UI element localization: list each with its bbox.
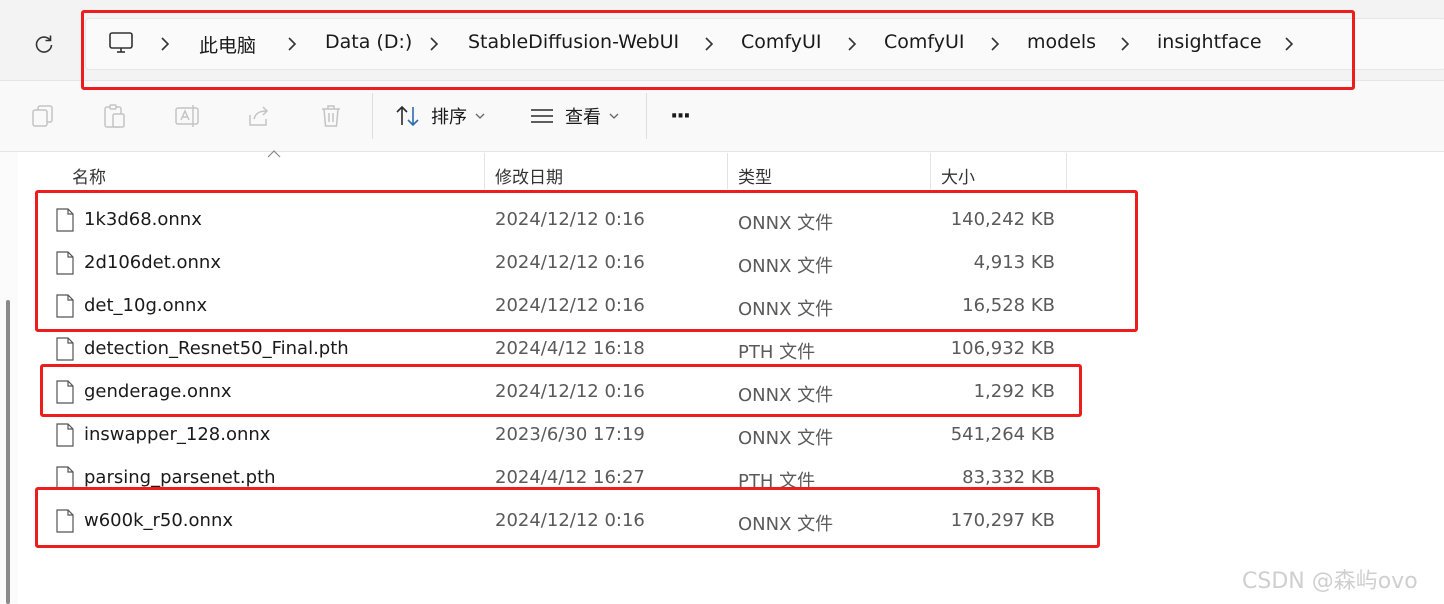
file-size: 83,332 KB — [962, 467, 1055, 488]
file-date: 2023/6/30 17:19 — [495, 424, 645, 445]
file-row[interactable]: 2d106det.onnx 2024/12/12 0:16 ONNX 文件 4,… — [40, 243, 1070, 285]
column-divider[interactable] — [1066, 153, 1067, 189]
file-row[interactable]: parsing_parsenet.pth 2024/4/12 16:27 PTH… — [40, 458, 1070, 500]
file-icon — [56, 466, 74, 490]
chevron-right-icon[interactable] — [989, 36, 1001, 52]
file-size: 4,913 KB — [973, 252, 1055, 273]
file-date: 2024/12/12 0:16 — [495, 381, 645, 402]
sort-ascending-icon — [267, 150, 281, 158]
view-label: 查看 — [565, 107, 601, 128]
file-row[interactable]: w600k_r50.onnx 2024/12/12 0:16 ONNX 文件 1… — [40, 501, 1070, 543]
breadcrumb-comfyui[interactable]: ComfyUI — [741, 31, 822, 53]
breadcrumb-drive-d[interactable]: Data (D:) — [325, 31, 412, 53]
file-icon — [56, 380, 74, 404]
rename-icon[interactable] — [174, 103, 200, 129]
file-icon — [56, 208, 74, 232]
file-date: 2024/4/12 16:27 — [495, 467, 645, 488]
file-type: PTH 文件 — [738, 471, 816, 492]
file-row[interactable]: det_10g.onnx 2024/12/12 0:16 ONNX 文件 16,… — [40, 286, 1070, 328]
view-list-icon — [531, 109, 553, 123]
view-button[interactable]: 查看 — [529, 101, 629, 131]
share-icon[interactable] — [246, 103, 272, 129]
file-icon — [56, 251, 74, 275]
breadcrumb-this-pc[interactable]: 此电脑 — [199, 31, 256, 58]
file-date: 2024/12/12 0:16 — [495, 295, 645, 316]
file-icon — [56, 294, 74, 318]
file-icon — [56, 423, 74, 447]
file-name: det_10g.onnx — [84, 295, 208, 316]
sort-button[interactable]: 排序 — [395, 101, 495, 131]
file-size: 1,292 KB — [973, 381, 1055, 402]
file-name: parsing_parsenet.pth — [84, 467, 276, 488]
file-date: 2024/4/12 16:18 — [495, 338, 645, 359]
toolbar-divider — [372, 93, 373, 139]
file-icon — [56, 509, 74, 533]
chevron-right-icon[interactable] — [1283, 36, 1295, 52]
delete-icon[interactable] — [318, 103, 344, 129]
toolbar-divider — [646, 93, 647, 139]
file-size: 140,242 KB — [950, 209, 1055, 230]
file-type: ONNX 文件 — [738, 428, 834, 449]
column-header-date[interactable]: 修改日期 — [495, 163, 563, 188]
file-type: ONNX 文件 — [738, 385, 834, 406]
file-icon — [56, 337, 74, 361]
chevron-down-icon — [475, 113, 485, 119]
sort-icon — [396, 105, 419, 127]
file-size: 16,528 KB — [962, 295, 1055, 316]
file-type: PTH 文件 — [738, 342, 816, 363]
column-divider[interactable] — [930, 153, 931, 189]
more-options-button[interactable]: ··· — [670, 101, 691, 131]
copy-icon[interactable] — [30, 103, 56, 129]
file-type: ONNX 文件 — [738, 213, 834, 234]
column-header-name[interactable]: 名称 — [72, 163, 106, 188]
file-date: 2024/12/12 0:16 — [495, 510, 645, 531]
file-type: ONNX 文件 — [738, 299, 834, 320]
chevron-right-icon[interactable] — [159, 36, 171, 52]
chevron-right-icon[interactable] — [703, 36, 715, 52]
file-name: detection_Resnet50_Final.pth — [84, 338, 349, 359]
command-bar: 排序 查看 ··· — [0, 81, 1444, 152]
file-date: 2024/12/12 0:16 — [495, 252, 645, 273]
file-size: 106,932 KB — [950, 338, 1055, 359]
chevron-right-icon[interactable] — [846, 36, 858, 52]
file-row[interactable]: inswapper_128.onnx 2023/6/30 17:19 ONNX … — [40, 415, 1070, 457]
chevron-down-icon — [609, 113, 619, 119]
file-size: 541,264 KB — [950, 424, 1055, 445]
file-type: ONNX 文件 — [738, 514, 834, 535]
refresh-icon — [35, 35, 53, 53]
refresh-button[interactable] — [31, 31, 57, 57]
scrollbar-thumb[interactable] — [6, 300, 10, 604]
column-divider[interactable] — [484, 153, 485, 189]
column-header-size[interactable]: 大小 — [941, 163, 975, 188]
address-bar-area: 此电脑 Data (D:) StableDiffusion-WebUI Comf… — [0, 0, 1444, 81]
watermark-text: CSDN @森屿ovo — [1242, 569, 1418, 594]
breadcrumb-models[interactable]: models — [1027, 31, 1096, 53]
chevron-right-icon[interactable] — [1119, 36, 1131, 52]
sort-label: 排序 — [431, 107, 467, 128]
computer-icon[interactable] — [107, 29, 135, 57]
file-type: ONNX 文件 — [738, 256, 834, 277]
file-row[interactable]: genderage.onnx 2024/12/12 0:16 ONNX 文件 1… — [40, 372, 1070, 414]
file-name: 1k3d68.onnx — [84, 209, 202, 230]
breadcrumb-stablediffusion-webui[interactable]: StableDiffusion-WebUI — [468, 31, 679, 53]
breadcrumb-comfyui-inner[interactable]: ComfyUI — [884, 31, 965, 53]
column-divider[interactable] — [727, 153, 728, 189]
file-row[interactable]: 1k3d68.onnx 2024/12/12 0:16 ONNX 文件 140,… — [40, 200, 1070, 242]
file-row[interactable]: detection_Resnet50_Final.pth 2024/4/12 1… — [40, 329, 1070, 371]
chevron-right-icon[interactable] — [286, 36, 298, 52]
file-name: inswapper_128.onnx — [84, 424, 271, 445]
file-size: 170,297 KB — [950, 510, 1055, 531]
column-header-type[interactable]: 类型 — [738, 163, 772, 188]
file-date: 2024/12/12 0:16 — [495, 209, 645, 230]
paste-icon[interactable] — [102, 103, 128, 129]
file-name: 2d106det.onnx — [84, 252, 221, 273]
chevron-right-icon[interactable] — [428, 36, 440, 52]
file-name: genderage.onnx — [84, 381, 232, 402]
file-name: w600k_r50.onnx — [84, 510, 234, 531]
breadcrumb-insightface[interactable]: insightface — [1157, 31, 1262, 53]
